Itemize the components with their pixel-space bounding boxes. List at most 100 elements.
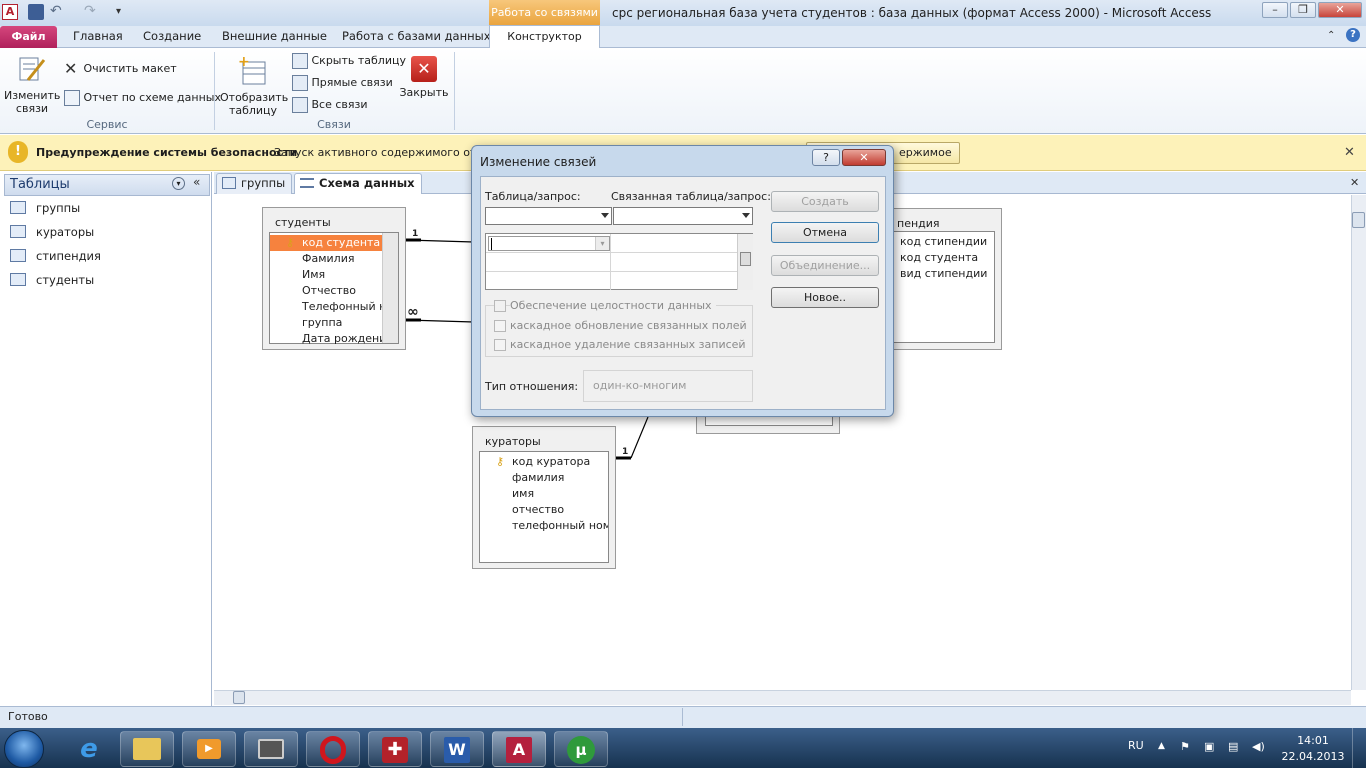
table-field[interactable]: Фамилия — [270, 251, 382, 267]
customize-toolbar-icon[interactable]: ▾ — [116, 4, 132, 20]
network-icon[interactable]: ▤ — [1228, 740, 1242, 754]
relationship-report-button[interactable]: Отчет по схеме данных — [64, 89, 221, 107]
video-taskbar-button[interactable] — [244, 731, 298, 767]
maximize-button[interactable]: ❐ — [1290, 2, 1316, 18]
field-cell-input[interactable]: ▾ — [488, 236, 610, 251]
horizontal-scroll-thumb[interactable] — [233, 691, 245, 704]
opera-icon — [320, 736, 346, 764]
film-icon — [258, 739, 284, 759]
field-list-scrollbar[interactable] — [382, 233, 398, 343]
clear-x-icon: ✕ — [64, 59, 78, 78]
nav-item[interactable]: стипендия — [10, 245, 101, 267]
hide-table-button[interactable]: Скрыть таблицу — [292, 52, 406, 70]
collapse-ribbon-icon[interactable]: ⌃ — [1327, 30, 1335, 41]
help-icon[interactable]: ? — [1346, 28, 1360, 42]
table-field[interactable]: Дата рождения — [270, 331, 382, 347]
vertical-scrollbar[interactable] — [1351, 195, 1366, 690]
red-cross-icon: ✚ — [382, 737, 408, 763]
integrity-checkbox[interactable] — [494, 300, 506, 312]
close-document-icon[interactable]: ✕ — [1350, 176, 1359, 189]
table-field[interactable]: имя — [480, 486, 608, 502]
nav-menu-chevron-icon[interactable]: ▾ — [172, 177, 185, 190]
table-field[interactable]: Отчество — [270, 283, 382, 299]
status-separator — [682, 708, 683, 726]
volume-icon[interactable]: ◀) — [1252, 740, 1266, 754]
clear-layout-button[interactable]: ✕ Очистить макет — [64, 60, 177, 78]
action-center-icon[interactable]: ⚑ — [1180, 740, 1194, 754]
chevron-down-icon — [742, 213, 750, 218]
cascade-update-checkbox[interactable] — [494, 320, 506, 332]
tab-home[interactable]: Главная — [63, 26, 133, 48]
table-field[interactable]: Телефонный но — [270, 299, 382, 315]
create-new-button[interactable]: Новое.. — [771, 287, 879, 308]
table-field[interactable]: отчество — [480, 502, 608, 518]
cancel-button[interactable]: Отмена — [771, 222, 879, 243]
report-icon — [64, 90, 80, 106]
relationship-report-label: Отчет по схеме данных — [83, 91, 221, 104]
dialog-close-button[interactable]: ✕ — [842, 149, 886, 166]
clock-date[interactable]: 22.04.2013 — [1280, 750, 1346, 763]
horizontal-scrollbar[interactable] — [214, 690, 1351, 705]
nav-item[interactable]: кураторы — [10, 221, 94, 243]
access-taskbar-button[interactable]: A — [492, 731, 546, 767]
table-field[interactable]: ⚷ код куратора — [480, 454, 608, 470]
table-query-select[interactable] — [485, 207, 612, 225]
doc-tab-relationships[interactable]: Схема данных — [294, 173, 422, 194]
close-red-icon: ✕ — [411, 56, 437, 82]
close-label: Закрыть — [399, 86, 449, 99]
show-table-button[interactable]: + Отобразить таблицу — [220, 54, 288, 117]
edit-relationships-button[interactable]: Изменить связи — [4, 54, 60, 115]
cascade-delete-checkbox[interactable] — [494, 339, 506, 351]
vertical-scroll-thumb[interactable] — [1352, 212, 1365, 228]
table-students[interactable]: студенты ⚷ код студента Фамилия Имя Отчество… — [262, 207, 406, 350]
table-field[interactable]: Имя — [270, 267, 382, 283]
tab-database-tools[interactable]: Работа с базами данных — [332, 26, 501, 48]
close-relationships-button[interactable]: ✕ Закрыть — [398, 56, 450, 99]
relationship-type-label: Тип отношения: — [485, 380, 579, 393]
all-relationships-button[interactable]: Все связи — [292, 96, 368, 114]
table-curators[interactable]: кураторы ⚷ код куратора фамилия имя отчество… — [472, 426, 616, 569]
tab-file[interactable]: Файл — [0, 26, 57, 48]
utorrent-taskbar-button[interactable]: µ — [554, 731, 608, 767]
tab-design[interactable]: Конструктор — [489, 25, 600, 49]
explorer-taskbar-button[interactable] — [120, 731, 174, 767]
table-field[interactable]: ⚷ код студента — [270, 235, 382, 251]
redo-icon[interactable]: ↷ — [84, 4, 100, 20]
media-player-taskbar-button[interactable]: ▶ — [182, 731, 236, 767]
dialog-help-button[interactable]: ? — [812, 149, 840, 166]
access-app-icon[interactable]: A — [2, 4, 18, 20]
opera-taskbar-button[interactable] — [306, 731, 360, 767]
doc-tab-groups[interactable]: группы — [216, 173, 293, 194]
hide-table-label: Скрыть таблицу — [311, 54, 407, 67]
table-field[interactable]: фамилия — [480, 470, 608, 486]
grid-scrollbar[interactable] — [737, 234, 753, 290]
start-button[interactable] — [4, 730, 44, 768]
table-field[interactable]: телефонный номе — [480, 518, 608, 534]
word-taskbar-button[interactable]: W — [430, 731, 484, 767]
clock-time[interactable]: 14:01 — [1288, 734, 1338, 747]
minimize-button[interactable]: – — [1262, 2, 1288, 18]
folder-icon — [133, 738, 161, 760]
tray-chevron-icon[interactable]: ▲ — [1158, 741, 1165, 751]
app-taskbar-button[interactable]: ✚ — [368, 731, 422, 767]
close-security-bar-icon[interactable]: ✕ — [1344, 145, 1355, 160]
related-table-select[interactable] — [613, 207, 753, 225]
field-name: код студента — [302, 236, 381, 249]
close-window-button[interactable]: ✕ — [1318, 2, 1362, 18]
create-button[interactable]: Создать — [771, 191, 879, 212]
field-mapping-grid[interactable]: ▾ — [485, 233, 753, 290]
join-type-button[interactable]: Объединение... — [771, 255, 879, 276]
language-indicator[interactable]: RU — [1128, 739, 1144, 752]
internet-explorer-icon[interactable]: e — [62, 731, 116, 767]
table-field[interactable]: группа — [270, 315, 382, 331]
direct-relationships-button[interactable]: Прямые связи — [292, 74, 393, 92]
nav-collapse-icon[interactable]: « — [193, 175, 200, 189]
show-desktop-button[interactable] — [1352, 728, 1366, 768]
save-icon[interactable] — [28, 4, 44, 20]
nav-item[interactable]: студенты — [10, 269, 94, 291]
tab-external-data[interactable]: Внешние данные — [212, 26, 337, 48]
tab-create[interactable]: Создание — [133, 26, 211, 48]
tray-app-icon[interactable]: ▣ — [1204, 740, 1218, 754]
nav-item[interactable]: группы — [10, 197, 80, 219]
undo-icon[interactable]: ↶ — [50, 4, 66, 20]
